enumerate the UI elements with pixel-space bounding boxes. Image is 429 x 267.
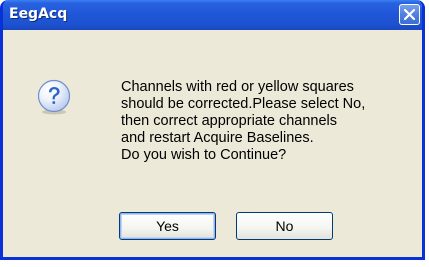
close-button[interactable] — [399, 4, 420, 25]
yes-button[interactable]: Yes — [119, 212, 216, 240]
dialog-message: Channels with red or yellow squares shou… — [121, 79, 421, 164]
question-icon — [37, 79, 71, 115]
title-bar[interactable]: EegAcq — [3, 0, 422, 30]
no-button[interactable]: No — [236, 212, 333, 240]
message-line: and restart Acquire Baselines. — [121, 130, 314, 146]
message-dialog: EegAcq Channels with red or yellow squar… — [0, 0, 425, 260]
close-icon — [404, 9, 415, 20]
message-line: should be corrected.Please select No, — [121, 96, 366, 112]
message-line: Channels with red or yellow squares — [121, 79, 354, 95]
window-title: EegAcq — [9, 6, 68, 22]
message-line: then correct appropriate channels — [121, 113, 338, 129]
message-line: Do you wish to Continue? — [121, 147, 287, 163]
